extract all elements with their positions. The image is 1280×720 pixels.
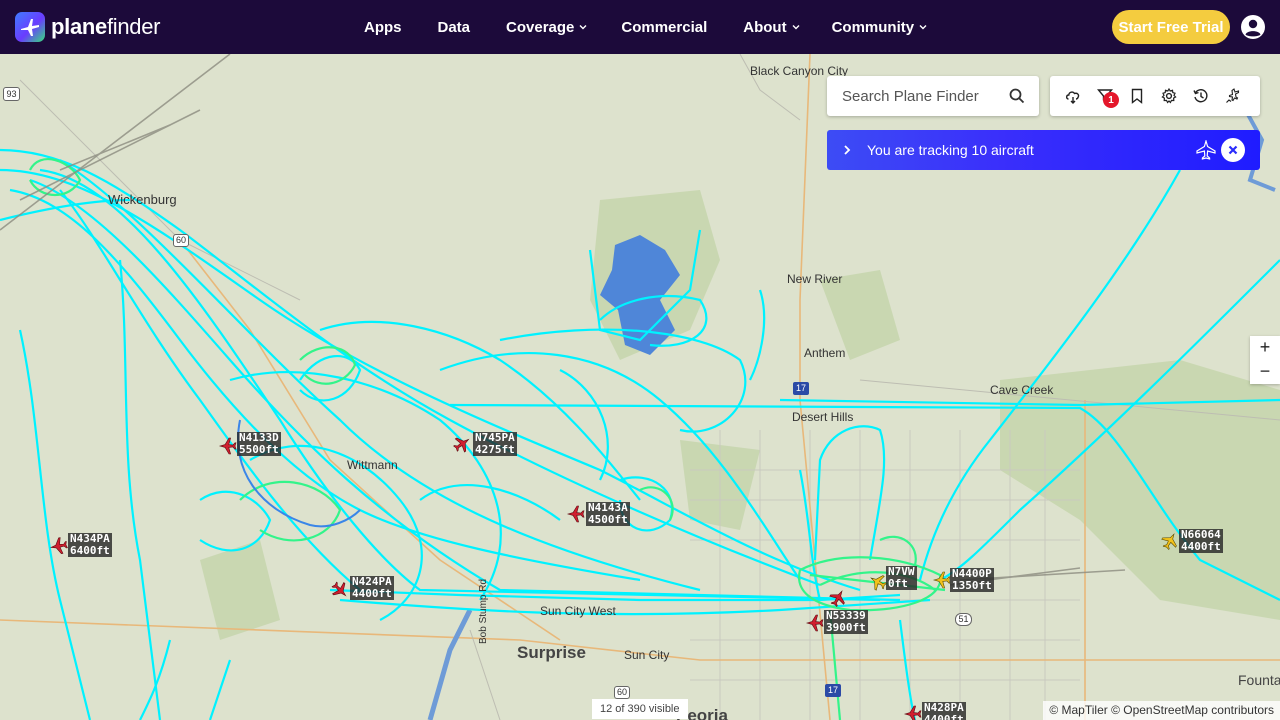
nav-data[interactable]: Data (438, 19, 471, 36)
altitude: 3900ft (826, 621, 866, 634)
aircraft-label-n4400p[interactable]: N4400P 1350ft (950, 568, 994, 592)
close-icon (1228, 145, 1238, 155)
aircraft-label-n434pa[interactable]: N434PA 6400ft (68, 533, 112, 557)
bookmark-icon[interactable] (1129, 88, 1145, 104)
start-free-trial-button[interactable]: Start Free Trial (1112, 10, 1230, 44)
aircraft-marker-n424pa[interactable] (328, 578, 352, 602)
aircraft-label-n428pa[interactable]: N428PA 4400ft (922, 702, 966, 720)
tracking-text: You are tracking 10 aircraft (867, 142, 1034, 158)
aircraft-label-n7vw[interactable]: N7VW 0ft (886, 566, 917, 590)
zoom-out-button[interactable]: − (1250, 360, 1280, 384)
close-tracking-button[interactable] (1221, 138, 1245, 162)
aircraft-label-n424pa[interactable]: N424PA 4400ft (350, 576, 394, 600)
planefinder-logo[interactable]: planefinder (15, 12, 161, 42)
aircraft-hand-icon[interactable] (1225, 88, 1241, 104)
aircraft-marker-n745pa[interactable] (450, 432, 474, 456)
top-navigation-bar: planefinder Apps Data Coverage Commercia… (0, 0, 1280, 54)
altitude: 4400ft (352, 587, 392, 600)
aircraft-marker-n434pa[interactable] (49, 536, 69, 556)
chevron-down-icon (579, 25, 587, 30)
map-toolbar (1050, 76, 1260, 116)
aircraft-marker-n4400p[interactable] (933, 571, 951, 589)
search-icon[interactable] (1009, 88, 1025, 104)
aircraft-marker-n428pa[interactable] (904, 705, 922, 720)
nav-coverage-label: Coverage (506, 18, 575, 36)
aircraft-label-n4133d[interactable]: N4133D 5500ft (237, 432, 281, 456)
tracking-banner[interactable]: You are tracking 10 aircraft (827, 130, 1260, 170)
nav-data-label: Data (437, 18, 471, 36)
logo-text-bold: plane (51, 14, 107, 39)
altitude: 0ft (888, 577, 908, 590)
altitude: 4500ft (588, 513, 628, 526)
map-attribution[interactable]: © MapTiler © OpenStreetMap contributors (1043, 701, 1280, 720)
history-icon[interactable] (1193, 88, 1209, 104)
zoom-control: + − (1250, 336, 1280, 384)
settings-icon[interactable] (1161, 88, 1177, 104)
altitude: 4400ft (924, 713, 964, 720)
aircraft-label-n66064[interactable]: N66064 4400ft (1179, 529, 1223, 553)
nav-apps-label: Apps (364, 18, 402, 36)
nav-community[interactable]: Community (832, 19, 928, 36)
altitude: 1350ft (952, 579, 992, 592)
nav-commercial[interactable]: Commercial (621, 19, 707, 36)
nav-commercial-label: Commercial (621, 18, 708, 36)
logo-text-light: finder (106, 14, 161, 39)
aircraft-label-n745pa[interactable]: N745PA 4275ft (473, 432, 517, 456)
search-input[interactable] (842, 87, 1002, 105)
filter-count-badge: 1 (1103, 92, 1119, 108)
aircraft-marker-n53339[interactable] (826, 586, 850, 610)
altitude: 4400ft (1181, 540, 1221, 553)
user-circle-icon[interactable] (1240, 14, 1266, 40)
nav-about-label: About (743, 18, 787, 36)
aircraft-marker-n4133d[interactable] (219, 437, 237, 455)
chevron-right-icon[interactable] (841, 144, 853, 156)
zoom-in-button[interactable]: + (1250, 336, 1280, 360)
altitude: 6400ft (70, 544, 110, 557)
aircraft-label-n53339[interactable]: N53339 3900ft (824, 610, 868, 634)
nav-about[interactable]: About (743, 18, 800, 36)
visible-aircraft-count: 12 of 390 visible (592, 699, 688, 719)
aircraft-marker-n53339-b[interactable] (806, 614, 824, 632)
plane-outline-icon (1196, 140, 1216, 160)
altitude: 5500ft (239, 443, 279, 456)
aircraft-marker-n4143a[interactable] (567, 505, 585, 523)
plane-logo-icon (15, 12, 45, 42)
aircraft-marker-n66064[interactable] (1158, 529, 1182, 553)
search-box (827, 76, 1039, 116)
aircraft-label-n4143a[interactable]: N4143A 4500ft (586, 502, 630, 526)
main-nav: Apps Data Coverage Commercial About Comm… (364, 0, 927, 54)
weather-icon[interactable] (1065, 88, 1081, 104)
altitude: 4275ft (475, 443, 515, 456)
nav-apps[interactable]: Apps (364, 19, 402, 36)
nav-coverage[interactable]: Coverage (506, 19, 587, 36)
nav-community-label: Community (831, 18, 915, 36)
chevron-down-icon (792, 25, 800, 30)
chevron-down-icon (919, 25, 927, 30)
